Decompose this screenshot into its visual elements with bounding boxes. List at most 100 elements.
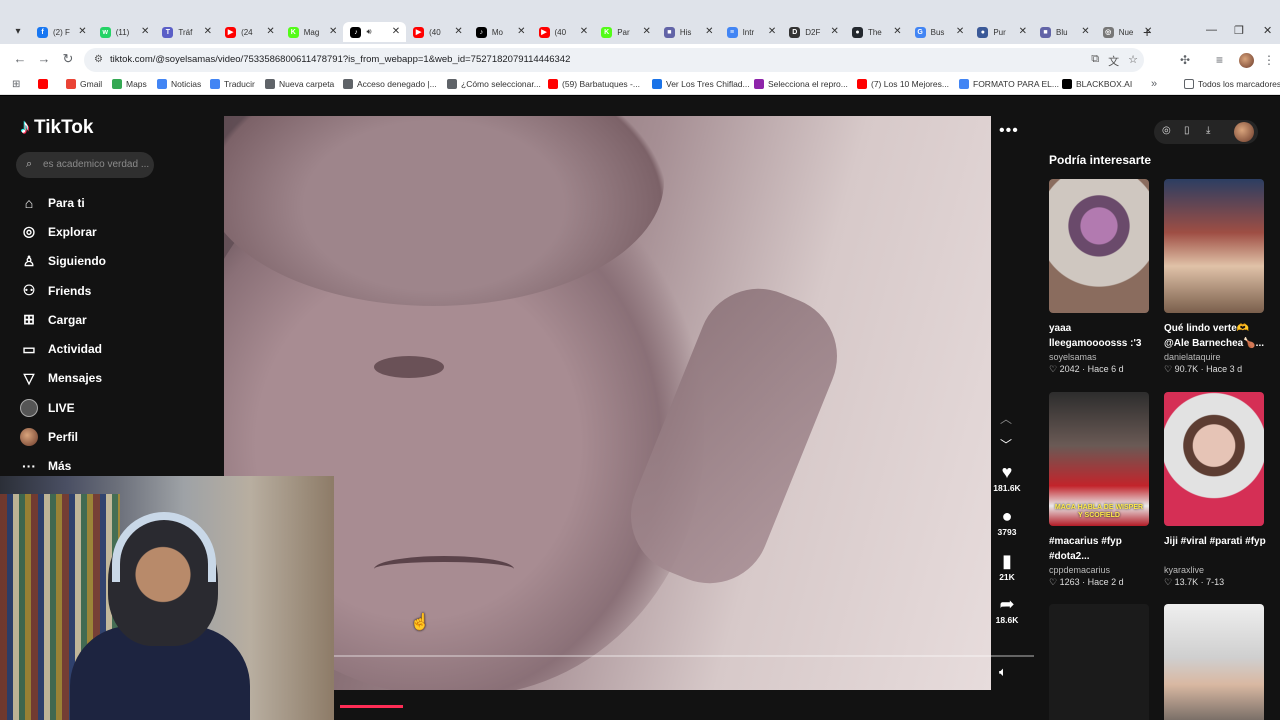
media-controls-icon[interactable]: ≡ [1216,53,1223,67]
sidebar-item-live[interactable]: LIVE [20,393,106,422]
recommendation-card[interactable] [1164,604,1266,720]
search-input[interactable]: ⌕ es academico verdad ... [16,152,154,178]
profile-avatar[interactable] [1239,53,1254,68]
sidebar-item-friends[interactable]: ⚇ Friends [20,276,106,305]
recommendation-card[interactable]: MACA HABLA DE WISPER Y SCOFIELD #macarius… [1049,392,1151,588]
video-thumbnail[interactable] [1164,179,1264,313]
bookmark-item[interactable]: Traducir [210,79,255,89]
close-tab-icon[interactable]: ✕ [956,26,964,37]
restore-icon[interactable]: ❐ [1234,24,1244,37]
close-tab-icon[interactable]: ✕ [893,26,901,37]
forward-icon[interactable]: → [35,51,53,66]
video-caption[interactable]: yaaa lleegamoooosss :'3 [1049,321,1151,351]
sidebar-item-cargar[interactable]: ⊞ Cargar [20,305,106,334]
bookmark-star-icon[interactable]: ☆ [1128,53,1138,69]
video-thumbnail[interactable] [1049,604,1149,720]
all-bookmarks-folder[interactable]: Todos los marcadores [1184,79,1280,89]
browser-tab[interactable]: ● Pur ✕ [970,22,1033,42]
close-tab-icon[interactable]: ✕ [1019,26,1027,37]
close-tab-icon[interactable]: ✕ [517,26,525,37]
close-tab-icon[interactable]: ✕ [454,26,462,37]
video-thumbnail[interactable] [1164,604,1264,720]
browser-tab[interactable]: ♪ Mo ✕ [469,22,532,42]
bookmark-item[interactable]: Ver Los Tres Chiflad... [652,79,750,89]
video-thumbnail[interactable] [1164,392,1264,526]
browser-tab[interactable]: K Par ✕ [594,22,657,42]
recommendation-card[interactable]: Jiji #viral #parati #fyp kyaraxlive ♡ 13.7… [1164,392,1266,588]
bookmark-item[interactable]: Noticias [157,79,201,89]
sidebar-item-actividad[interactable]: ▭ Actividad [20,334,106,363]
video-thumbnail[interactable] [1049,179,1149,313]
browser-tab[interactable]: ● The ✕ [845,22,908,42]
bookmark-item[interactable] [38,79,52,89]
close-tab-icon[interactable]: ✕ [768,26,776,37]
browser-tab[interactable]: f (2) F ✕ [30,22,93,42]
video-author[interactable]: kyaraxlive [1164,565,1266,575]
close-tab-icon[interactable]: ✕ [266,26,274,37]
extensions-icon[interactable]: ✣ [1180,53,1190,67]
sidebar-item-perfil[interactable]: Perfil [20,422,106,451]
video-caption[interactable]: Qué lindo verte🫶 @Ale Barnechea🍗... [1164,321,1266,351]
device-icon[interactable]: ▯ [1184,125,1190,136]
video-player[interactable] [224,116,991,690]
bookmark-item[interactable]: Acceso denegado |... [343,79,437,89]
close-tab-icon[interactable]: ✕ [141,26,149,37]
browser-tab[interactable]: w (11) ✕ [93,22,156,42]
next-video-icon[interactable]: ﹀ [1000,436,1012,453]
video-author[interactable]: soyelsamas [1049,352,1151,362]
close-tab-icon[interactable]: ✕ [705,26,713,37]
browser-tab[interactable]: G Bus ✕ [908,22,971,42]
browser-tab[interactable]: ■ His ✕ [657,22,720,42]
bookmark-item[interactable]: Gmail [66,79,102,89]
browser-tab[interactable]: ♪ 🔊︎ ✕ [343,22,407,42]
bookmark-item[interactable]: Selecciona el repro... [754,79,848,89]
browser-tab[interactable]: K Mag ✕ [281,22,344,42]
download-icon[interactable]: ⤓ [1206,125,1210,136]
apps-grid-icon[interactable]: ⊞ [12,79,20,90]
url-text[interactable]: tiktok.com/@soyelsamas/video/75335868006… [110,54,570,65]
more-options-icon[interactable]: ••• [999,122,1019,140]
video-author[interactable]: cppdemacarius [1049,565,1151,575]
video-author[interactable]: danielataquire [1164,352,1266,362]
tiktok-logo[interactable]: ♪ TikTok [20,116,93,139]
recommendation-card[interactable]: Qué lindo verte🫶 @Ale Barnechea🍗... danie… [1164,179,1266,375]
sidebar-item-siguiendo[interactable]: ♙ Siguiendo [20,247,106,276]
share-button[interactable]: ➦ 18.6K [990,594,1024,625]
translate-icon[interactable]: 文 [1108,53,1119,69]
bookmark-item[interactable]: FORMATO PARA EL... [959,79,1059,89]
sidebar-item-explorar[interactable]: ◎ Explorar [20,217,106,246]
close-tab-icon[interactable]: ✕ [1081,26,1089,37]
minimize-icon[interactable]: — [1206,24,1217,36]
close-tab-icon[interactable]: ✕ [204,26,212,37]
speaker-icon[interactable]: 🔊︎ [366,27,371,37]
new-tab-button[interactable]: + [1143,24,1151,40]
browser-tab[interactable]: D D2F ✕ [782,22,845,42]
close-tab-icon[interactable]: ✕ [580,26,588,37]
browser-tab[interactable]: ▶ (24 ✕ [218,22,281,42]
comment-button[interactable]: ● 3793 [990,506,1024,537]
back-icon[interactable]: ← [11,51,29,66]
heart-button[interactable]: ♥ 181.6K [990,462,1024,493]
close-tab-icon[interactable]: ✕ [329,26,337,37]
user-avatar[interactable] [1234,122,1254,142]
browser-tab[interactable]: ≡ Intr ✕ [720,22,783,42]
recommendation-card[interactable]: yaaa lleegamoooosss :'3 soyelsamas ♡ 2042 … [1049,179,1151,375]
cast-icon[interactable]: ⧉ [1091,53,1099,69]
close-tab-icon[interactable]: ✕ [642,26,650,37]
video-caption[interactable]: #macarius #fyp #dota2... [1049,534,1151,564]
browser-tab[interactable]: ■ Blu ✕ [1033,22,1096,42]
bookmark-item[interactable]: ¿Cómo seleccionar... [447,79,541,89]
bookmark-item[interactable]: BLACKBOX.AI [1062,79,1132,89]
browser-tab[interactable]: ▶ (40 ✕ [406,22,469,42]
recommendation-card[interactable] [1049,604,1151,720]
bookmark-item[interactable]: Maps [112,79,147,89]
sidebar-item-mensajes[interactable]: ▽ Mensajes [20,364,106,393]
volume-icon[interactable]: 🔈︎ [999,664,1007,680]
bookmark-item[interactable]: (59) Barbatuques -... [548,79,640,89]
close-tab-icon[interactable]: ✕ [831,26,839,37]
video-thumbnail[interactable]: MACA HABLA DE WISPER Y SCOFIELD [1049,392,1149,526]
close-window-icon[interactable]: ✕ [1263,24,1272,37]
address-bar[interactable]: ⚙ tiktok.com/@soyelsamas/video/753358680… [84,48,1144,72]
sidebar-item-para-ti[interactable]: ⌂ Para ti [20,188,106,217]
bookmark-item[interactable]: (7) Los 10 Mejores... [857,79,949,89]
